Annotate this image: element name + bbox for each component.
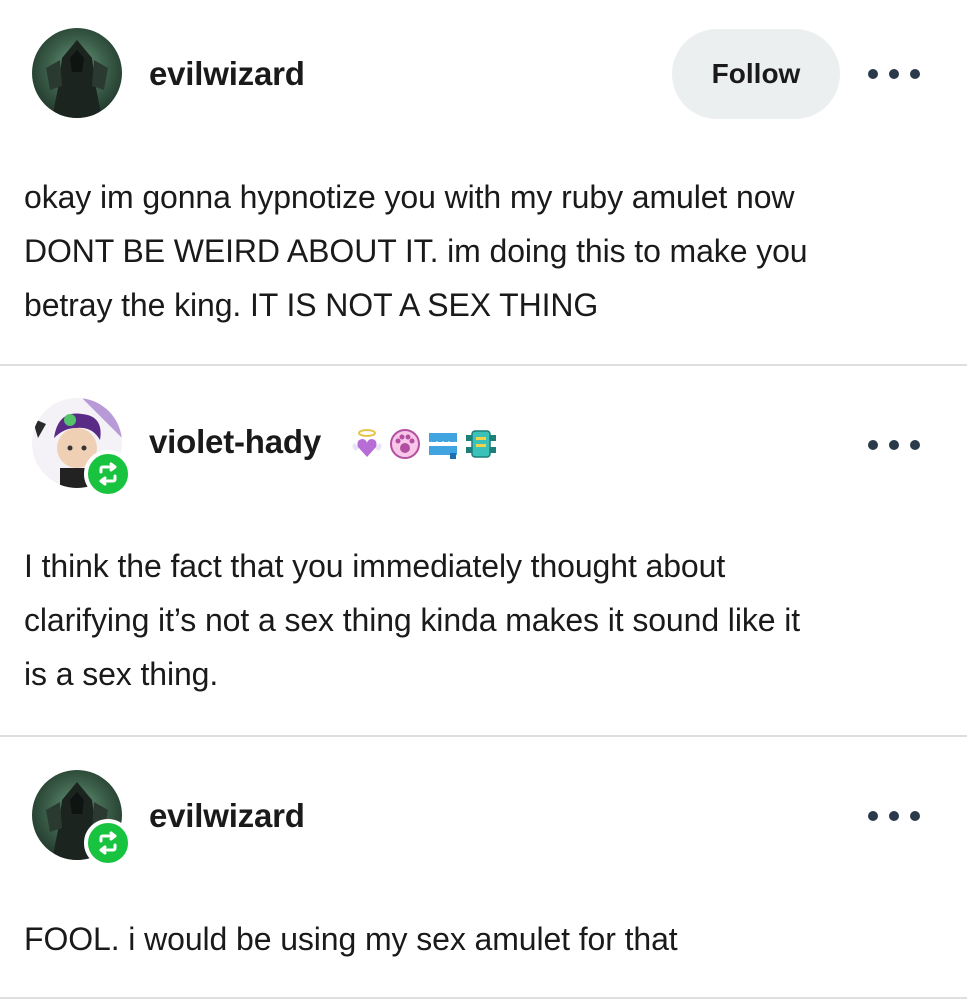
post-divider [0,997,967,999]
post-violet-hady-reblog: violet-hady I think the fact that you im… [0,366,967,737]
post-body-line: I think the fact that you immediately th… [24,548,726,584]
follow-button[interactable]: Follow [672,29,840,119]
username[interactable]: violet-hady [149,423,321,461]
post-body: okay im gonna hypnotize you with my ruby… [24,170,949,332]
username[interactable]: evilwizard [149,797,305,835]
badge-row [350,426,498,462]
more-options-button[interactable] [868,806,920,826]
dot-icon [868,440,878,450]
post-body-line: okay im gonna hypnotize you with my ruby… [24,179,795,215]
more-options-button[interactable] [868,64,920,84]
post-body-line: is a sex thing. [24,656,219,692]
angel-heart-badge-icon [350,427,384,461]
reblog-badge [84,450,132,498]
avatar-evilwizard[interactable] [32,28,122,118]
post-body-line: betray the king. IT IS NOT A SEX THING [24,287,599,323]
dot-icon [868,69,878,79]
post-body: FOOL. i would be using my sex amulet for… [24,912,949,966]
dot-icon [910,440,920,450]
dot-icon [889,440,899,450]
post-body-line: FOOL. i would be using my sex amulet for… [24,921,678,957]
dot-icon [889,69,899,79]
dot-icon [868,811,878,821]
blue-trap-badge-icon [426,427,460,461]
post-evilwizard-reply: evilwizard FOOL. i would be using my sex… [0,737,967,1000]
reblog-icon [99,462,117,486]
paw-badge-icon [388,427,422,461]
dot-icon [910,69,920,79]
post-body-line: clarifying it’s not a sex thing kinda ma… [24,602,801,638]
dot-icon [889,811,899,821]
more-options-button[interactable] [868,435,920,455]
username[interactable]: evilwizard [149,55,305,93]
post-body: I think the fact that you immediately th… [24,539,949,701]
reblog-icon [99,831,117,855]
post-evilwizard-original: evilwizard Follow okay im gonna hypnotiz… [0,0,967,366]
post-body-line: DONT BE WEIRD ABOUT IT. im doing this to… [24,233,808,269]
reblog-badge [84,819,132,867]
teal-crab-badge-icon [464,427,498,461]
dot-icon [910,811,920,821]
